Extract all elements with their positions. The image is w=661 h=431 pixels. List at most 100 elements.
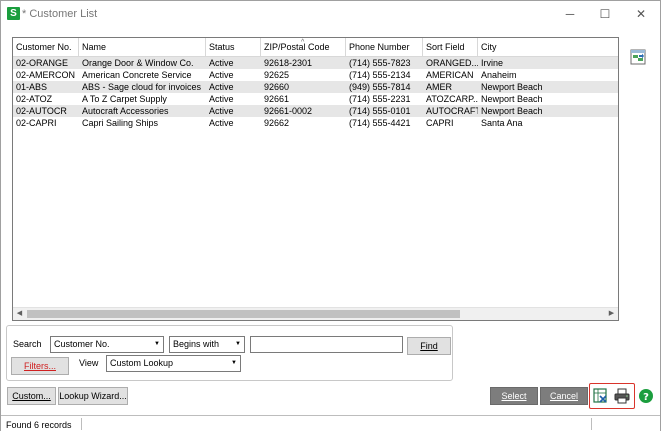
cell-sort-field: ATOZCARP... (426, 94, 478, 104)
cell-status: Active (209, 70, 234, 80)
cell-name: A To Z Carpet Supply (82, 94, 167, 104)
chevron-down-icon: ▼ (235, 341, 241, 347)
cell-phone: (714) 555-4421 (349, 118, 411, 128)
print-icon[interactable] (614, 388, 630, 404)
customer-grid[interactable]: Customer No. Name Status ZIP/Postal Code… (12, 37, 619, 321)
cell-zip: 92625 (264, 70, 290, 80)
cell-zip: 92660 (264, 82, 290, 92)
select-button-label: Select (501, 391, 527, 401)
cell-city: Newport Beach (481, 94, 543, 104)
cell-status: Active (209, 82, 234, 92)
cell-phone: (949) 555-7814 (349, 82, 411, 92)
chevron-down-icon: ▼ (231, 360, 237, 366)
cell-sort-field: AUTOCRAFT (426, 106, 478, 116)
custom-button-label: Custom... (12, 391, 51, 401)
cell-name: Autocraft Accessories (82, 106, 169, 116)
customer-list-window: S * Customer List ─ ☐ ✕ Customer No. Nam… (0, 0, 661, 431)
cell-zip: 92662 (264, 118, 290, 128)
lookup-wizard-button[interactable]: Lookup Wizard... (58, 387, 128, 405)
cell-name: Capri Sailing Ships (82, 118, 159, 128)
title-bar: S * Customer List ─ ☐ ✕ (1, 1, 660, 27)
horizontal-scrollbar[interactable]: ◀ ▶ (13, 307, 618, 320)
close-button[interactable]: ✕ (629, 5, 653, 23)
scroll-right-icon[interactable]: ▶ (605, 308, 618, 320)
table-row[interactable]: 01-ABS ABS - Sage cloud for invoices Act… (13, 81, 618, 93)
export-excel-icon[interactable] (593, 388, 609, 404)
filters-button[interactable]: Filters... (11, 357, 69, 375)
status-divider (591, 418, 592, 430)
search-operator-select[interactable]: Begins with ▼ (169, 336, 245, 353)
search-field-value: Customer No. (54, 339, 110, 349)
cell-name: American Concrete Service (82, 70, 192, 80)
cell-zip: 92661 (264, 94, 290, 104)
column-header-phone[interactable]: Phone Number (346, 38, 423, 57)
cell-customer-no: 02-ORANGE (16, 58, 69, 68)
view-label: View (79, 358, 99, 368)
maximize-button[interactable]: ☐ (593, 5, 617, 23)
minimize-button[interactable]: ─ (558, 5, 582, 23)
cell-phone: (714) 555-0101 (349, 106, 411, 116)
table-row[interactable]: 02-ATOZ A To Z Carpet Supply Active 9266… (13, 93, 618, 105)
column-header-zip-label: ZIP/Postal Code (264, 42, 330, 52)
cell-sort-field: ORANGED... (426, 58, 478, 68)
cell-customer-no: 02-AMERCON (16, 70, 76, 80)
cell-phone: (714) 555-2231 (349, 94, 411, 104)
cell-sort-field: AMERICAN (426, 70, 474, 80)
filters-button-label: Filters... (23, 361, 56, 371)
sort-ascending-icon: ^ (301, 39, 305, 46)
help-icon-glyph: ? (643, 392, 649, 403)
cell-phone: (714) 555-2134 (349, 70, 411, 80)
search-field-select[interactable]: Customer No. ▼ (50, 336, 164, 353)
column-header-city[interactable]: City (478, 38, 618, 57)
status-bar: Found 6 records (1, 415, 660, 431)
cell-city: Newport Beach (481, 106, 543, 116)
cell-status: Active (209, 118, 234, 128)
cancel-button-label: Cancel (549, 391, 578, 401)
cell-customer-no: 02-AUTOCR (16, 106, 67, 116)
help-icon[interactable]: ? (638, 388, 654, 404)
scroll-thumb[interactable] (27, 310, 460, 318)
column-header-status[interactable]: Status (206, 38, 261, 57)
grid-header: Customer No. Name Status ZIP/Postal Code… (13, 38, 618, 57)
cell-zip: 92618-2301 (264, 58, 313, 68)
lookup-wizard-button-label: Lookup Wizard... (59, 391, 127, 401)
select-button[interactable]: Select (490, 387, 538, 405)
cell-sort-field: CAPRI (426, 118, 454, 128)
cell-city: Newport Beach (481, 82, 543, 92)
cell-phone: (714) 555-7823 (349, 58, 411, 68)
column-header-customer-no[interactable]: Customer No. (13, 38, 79, 57)
custom-button[interactable]: Custom... (7, 387, 56, 405)
search-input[interactable] (250, 336, 403, 353)
cell-name: ABS - Sage cloud for invoices (82, 82, 202, 92)
find-button-label: Find (420, 341, 438, 351)
cell-zip: 92661-0002 (264, 106, 313, 116)
cell-city: Irvine (481, 58, 504, 68)
column-header-name[interactable]: Name (79, 38, 206, 57)
cell-status: Active (209, 94, 234, 104)
cancel-button[interactable]: Cancel (540, 387, 588, 405)
cell-customer-no: 02-CAPRI (16, 118, 57, 128)
cell-name: Orange Door & Window Co. (82, 58, 194, 68)
search-panel: Search Customer No. ▼ Begins with ▼ Find… (6, 325, 453, 381)
table-row[interactable]: 02-ORANGE Orange Door & Window Co. Activ… (13, 57, 618, 69)
cell-customer-no: 02-ATOZ (16, 94, 53, 104)
status-divider (81, 418, 82, 430)
scroll-left-icon[interactable]: ◀ (13, 308, 26, 320)
find-button[interactable]: Find (407, 337, 451, 355)
view-select[interactable]: Custom Lookup ▼ (106, 355, 241, 372)
column-settings-icon[interactable] (630, 49, 646, 65)
window-title: * Customer List (22, 8, 98, 20)
table-row[interactable]: 02-AUTOCR Autocraft Accessories Active 9… (13, 105, 618, 117)
chevron-down-icon: ▼ (154, 341, 160, 347)
cell-status: Active (209, 58, 234, 68)
cell-sort-field: AMER (426, 82, 453, 92)
search-label: Search (13, 339, 42, 349)
cell-city: Anaheim (481, 70, 517, 80)
column-header-zip[interactable]: ZIP/Postal Code ^ (261, 38, 346, 57)
cell-city: Santa Ana (481, 118, 523, 128)
search-operator-value: Begins with (173, 339, 220, 349)
cell-status: Active (209, 106, 234, 116)
table-row[interactable]: 02-CAPRI Capri Sailing Ships Active 9266… (13, 117, 618, 129)
column-header-sort-field[interactable]: Sort Field (423, 38, 478, 57)
table-row[interactable]: 02-AMERCON American Concrete Service Act… (13, 69, 618, 81)
